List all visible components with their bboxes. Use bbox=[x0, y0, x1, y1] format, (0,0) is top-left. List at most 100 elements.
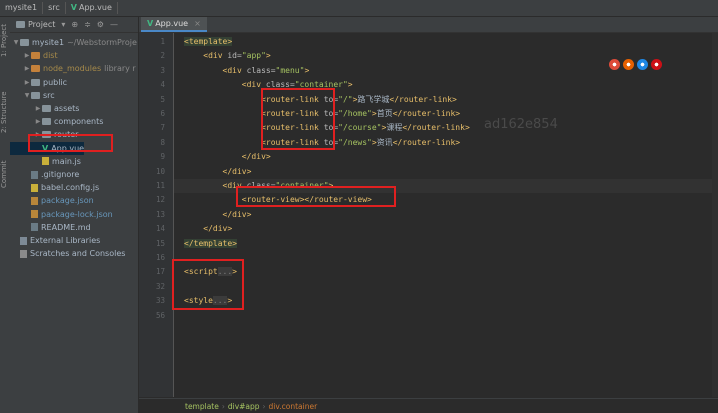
chevron-right-icon[interactable]: ▶ bbox=[34, 105, 42, 112]
vue-file-icon: V bbox=[147, 19, 154, 28]
tree-item[interactable]: ▶ node_modules library r bbox=[10, 62, 136, 75]
script-style-highlight bbox=[172, 259, 244, 310]
breadcrumb-separator: › bbox=[221, 401, 225, 411]
tree-item[interactable]: main.js bbox=[10, 155, 81, 168]
line-number: 56 bbox=[155, 310, 165, 320]
structure-tool-button[interactable]: 2: Structure bbox=[0, 87, 10, 137]
tree-item[interactable]: README.md bbox=[10, 221, 91, 234]
line-number: 16 bbox=[155, 253, 165, 262]
chevron-right-icon[interactable]: ▶ bbox=[23, 65, 31, 72]
tree-item[interactable]: .gitignore bbox=[10, 168, 79, 181]
browser-preview-icons bbox=[609, 59, 662, 70]
app-vue-highlight bbox=[28, 134, 113, 152]
tree-item[interactable]: ▼ mysite1 ~/WebstormProje bbox=[10, 36, 137, 49]
project-view-selector[interactable]: Project bbox=[28, 20, 55, 29]
tree-item[interactable]: ▼ src bbox=[10, 89, 55, 102]
tree-item-label: package.json bbox=[41, 196, 94, 206]
firefox-icon[interactable] bbox=[623, 59, 634, 70]
breadcrumb-file[interactable]: V App.vue bbox=[66, 2, 118, 14]
tree-item-label: .gitignore bbox=[41, 170, 80, 179]
collapse-icon[interactable]: ≑ bbox=[84, 20, 91, 29]
breadcrumb-template[interactable]: template bbox=[185, 402, 219, 411]
line-number: 14 bbox=[155, 224, 165, 234]
tree-item[interactable]: babel.config.js bbox=[10, 181, 99, 194]
tree-item[interactable]: package.json bbox=[10, 194, 94, 207]
commit-tool-button[interactable]: Commit bbox=[0, 157, 10, 191]
safari-icon[interactable] bbox=[637, 59, 648, 70]
line-number: 9 bbox=[160, 152, 165, 162]
line-number: 7 bbox=[160, 123, 165, 133]
json-file-icon bbox=[31, 210, 38, 219]
line-number: 2 bbox=[160, 51, 165, 61]
tree-item[interactable]: package-lock.json bbox=[10, 208, 113, 221]
breadcrumb-project[interactable]: mysite1 bbox=[0, 2, 44, 14]
chrome-icon[interactable] bbox=[609, 59, 620, 70]
editor-scrollbar[interactable] bbox=[712, 33, 718, 397]
opera-icon[interactable] bbox=[651, 59, 662, 70]
line-number: 32 bbox=[155, 281, 165, 291]
tree-item-path: ~/WebstormProje bbox=[67, 38, 137, 47]
tree-item-label: mysite1 bbox=[32, 38, 65, 47]
project-panel-toolbar: Project ▾ ⊕ ≑ ⚙ — bbox=[10, 17, 138, 33]
breadcrumb-src[interactable]: src bbox=[43, 2, 66, 14]
tree-item-label: Scratches and Consoles bbox=[30, 249, 126, 259]
tree-item-label: src bbox=[43, 90, 55, 100]
code-line: <template> bbox=[184, 37, 233, 46]
tree-item-label: assets bbox=[54, 104, 80, 113]
chevron-down-icon[interactable]: ▾ bbox=[61, 20, 65, 29]
tree-item[interactable]: ▶ public bbox=[10, 76, 67, 89]
json-file-icon bbox=[31, 196, 38, 205]
hide-icon[interactable]: — bbox=[110, 20, 118, 29]
js-file-icon bbox=[31, 183, 38, 192]
tree-item-label: main.js bbox=[52, 156, 81, 166]
code-line: </template> bbox=[184, 238, 237, 248]
code-line: </div> bbox=[184, 166, 252, 176]
project-folder-icon bbox=[16, 21, 25, 28]
tree-item[interactable]: ▶ dist bbox=[10, 49, 58, 62]
breadcrumb-div-container[interactable]: div.container bbox=[269, 402, 318, 411]
folder-icon bbox=[31, 65, 40, 73]
chevron-down-icon[interactable]: ▼ bbox=[12, 39, 20, 46]
vue-file-icon: V bbox=[70, 3, 77, 12]
line-number: 13 bbox=[155, 209, 165, 219]
file-icon bbox=[31, 170, 38, 179]
gear-icon[interactable]: ⚙ bbox=[97, 20, 104, 29]
chevron-down-icon[interactable]: ▼ bbox=[23, 92, 31, 99]
chevron-right-icon[interactable]: ▶ bbox=[34, 118, 42, 125]
chevron-right-icon[interactable]: ▶ bbox=[23, 52, 31, 59]
folder-icon bbox=[42, 105, 51, 112]
line-number: 6 bbox=[160, 109, 165, 118]
folder-icon bbox=[31, 91, 40, 99]
chevron-right-icon[interactable]: ▶ bbox=[23, 79, 31, 86]
library-icon bbox=[20, 236, 27, 245]
code-editor[interactable]: ad162e854 <template> <div id="app"> <div… bbox=[174, 33, 718, 397]
tree-item[interactable]: ▶ components bbox=[10, 115, 104, 128]
tab-app-vue[interactable]: V App.vue × bbox=[141, 17, 207, 32]
code-line: </div> bbox=[184, 224, 233, 234]
tree-item-label: README.md bbox=[41, 222, 91, 232]
project-tool-button[interactable]: 1: Project bbox=[0, 21, 10, 61]
tree-item[interactable]: Scratches and Consoles bbox=[10, 247, 125, 260]
line-number: 33 bbox=[155, 296, 165, 306]
locate-icon[interactable]: ⊕ bbox=[71, 20, 78, 29]
tree-item-label: package-lock.json bbox=[41, 209, 113, 219]
window-titlebar: mysite1 src V App.vue bbox=[0, 0, 718, 17]
line-number: 12 bbox=[155, 195, 165, 205]
editor-tab-bar: V App.vue × bbox=[139, 17, 718, 33]
file-icon bbox=[31, 223, 38, 232]
tree-item-label: node_modules bbox=[43, 64, 102, 74]
project-panel: Project ▾ ⊕ ≑ ⚙ — ▼ mysite1 ~/WebstormProj… bbox=[10, 17, 139, 413]
code-line: <div id="app"> bbox=[184, 51, 271, 61]
line-number: 10 bbox=[155, 166, 165, 176]
tree-item[interactable]: ▶ assets bbox=[10, 102, 80, 115]
folder-icon bbox=[20, 39, 29, 46]
breadcrumb-div-app[interactable]: div#app bbox=[228, 402, 260, 411]
tree-item-label: components bbox=[54, 117, 104, 127]
line-number: 15 bbox=[155, 238, 165, 248]
tree-item-label: public bbox=[43, 77, 68, 87]
tree-item[interactable]: External Libraries bbox=[10, 234, 100, 247]
editor-breadcrumb-bar: template › div#app › div.container bbox=[139, 398, 718, 413]
tree-item-label: External Libraries bbox=[30, 236, 101, 245]
close-icon[interactable]: × bbox=[194, 19, 201, 28]
line-number: 1 bbox=[160, 37, 165, 46]
